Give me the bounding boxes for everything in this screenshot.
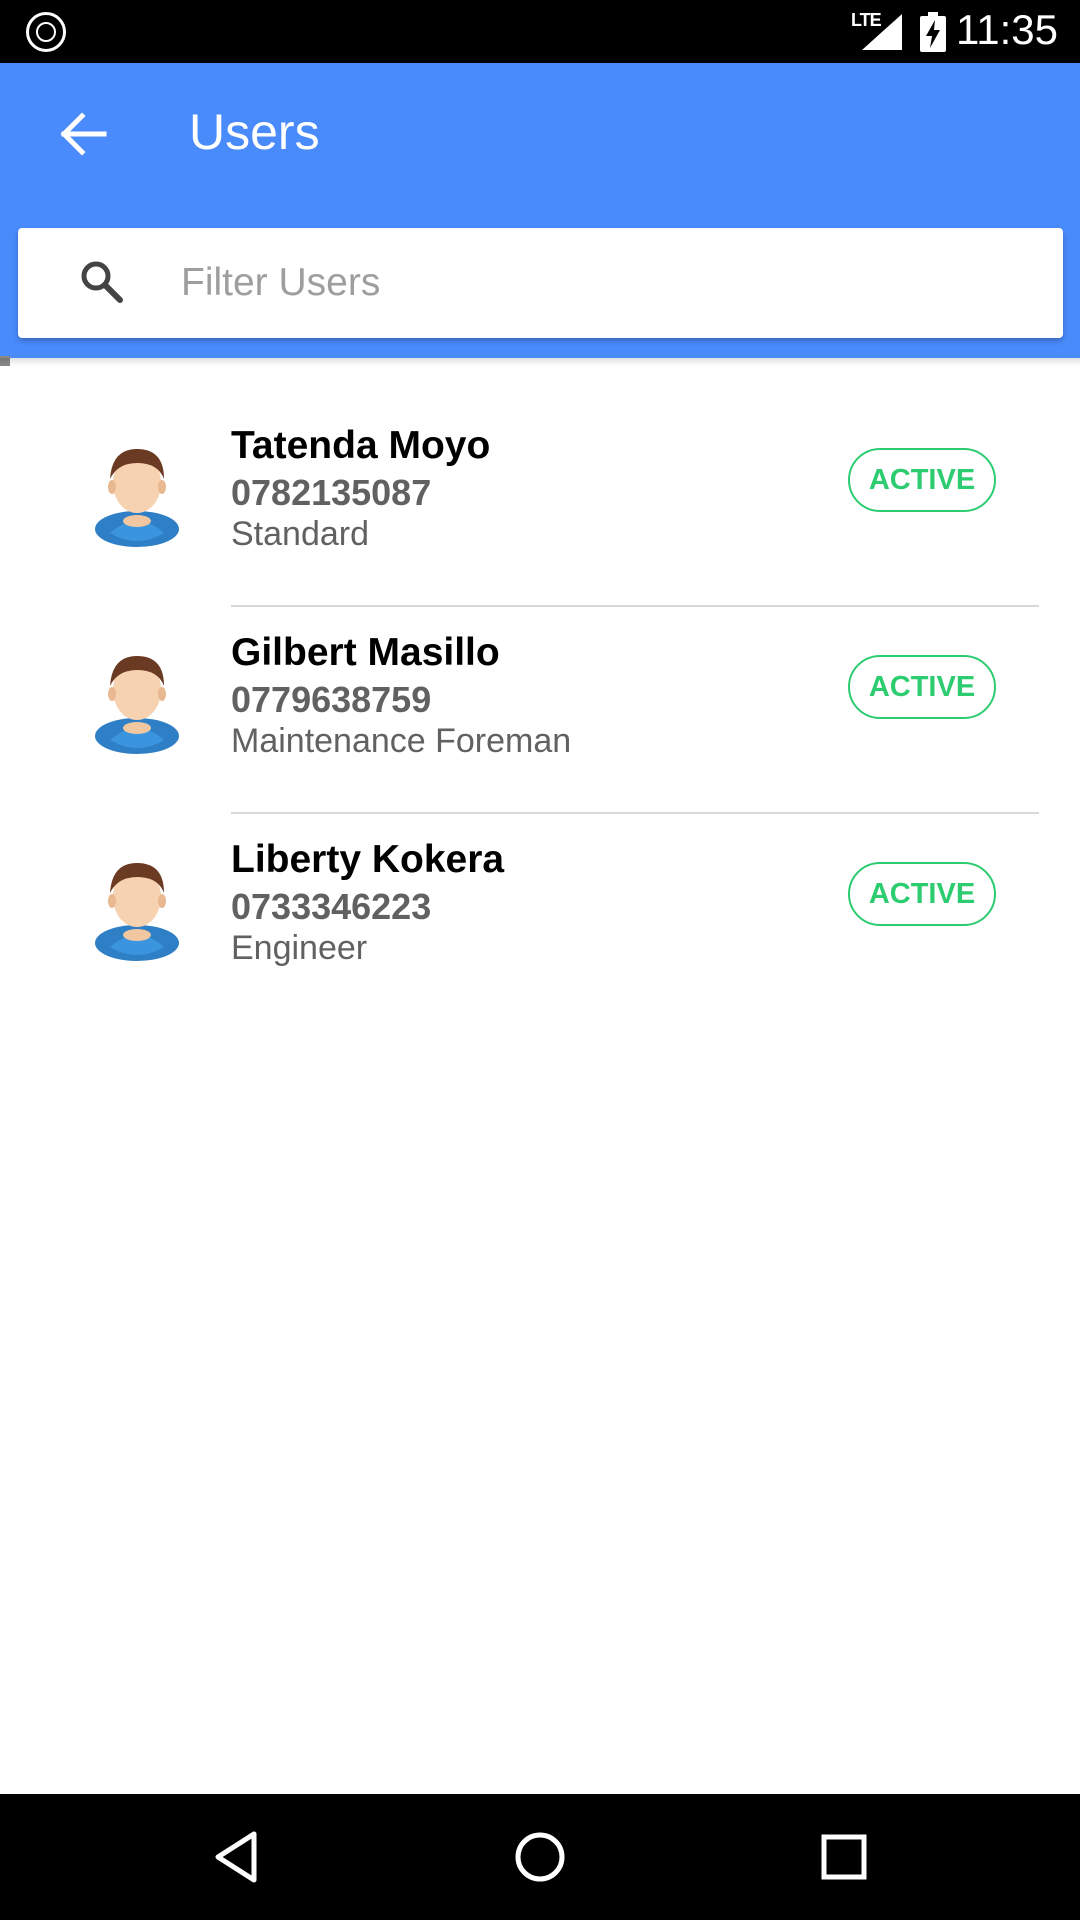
circle-home-icon (515, 1832, 565, 1882)
system-nav-bar (0, 1794, 1080, 1920)
user-name: Liberty Kokera (231, 838, 505, 881)
square-recents-icon (821, 1834, 867, 1880)
search-input[interactable] (163, 248, 1023, 318)
status-badge: ACTIVE (848, 862, 996, 926)
app-bar-shadow (0, 358, 1080, 366)
user-phone: 0779638759 (231, 679, 432, 720)
search-bar[interactable] (18, 228, 1063, 338)
signal-icon (862, 14, 902, 50)
status-bar: LTE 11:35 (0, 0, 1080, 63)
page-title: Users (189, 104, 320, 160)
list-item[interactable]: Liberty Kokera 0733346223 Engineer ACTIV… (0, 814, 1080, 1021)
user-role: Standard (231, 515, 369, 553)
status-badge: ACTIVE (848, 655, 996, 719)
app-bar: Users (0, 63, 1080, 358)
user-avatar-icon (95, 863, 179, 961)
user-avatar-icon (95, 449, 179, 547)
status-badge: ACTIVE (848, 448, 996, 512)
app-notification-icon (26, 12, 66, 52)
user-name: Gilbert Masillo (231, 631, 500, 674)
nav-back-button[interactable] (200, 1821, 272, 1893)
user-phone: 0733346223 (231, 886, 432, 927)
user-name: Tatenda Moyo (231, 424, 491, 467)
list-item[interactable]: Gilbert Masillo 0779638759 Maintenance F… (0, 607, 1080, 814)
nav-recents-button[interactable] (808, 1821, 880, 1893)
status-time: 11:35 (956, 6, 1058, 53)
search-icon (81, 261, 123, 303)
back-button[interactable] (52, 102, 116, 166)
user-role: Engineer (231, 929, 368, 967)
user-role: Maintenance Foreman (231, 722, 572, 760)
user-phone: 0782135087 (231, 472, 432, 513)
triangle-back-icon (215, 1831, 257, 1883)
nav-home-button[interactable] (504, 1821, 576, 1893)
user-avatar-icon (95, 656, 179, 754)
battery-charging-icon (920, 12, 946, 52)
arrow-back-icon (60, 112, 107, 156)
list-item[interactable]: Tatenda Moyo 0782135087 Standard ACTIVE (0, 400, 1080, 607)
